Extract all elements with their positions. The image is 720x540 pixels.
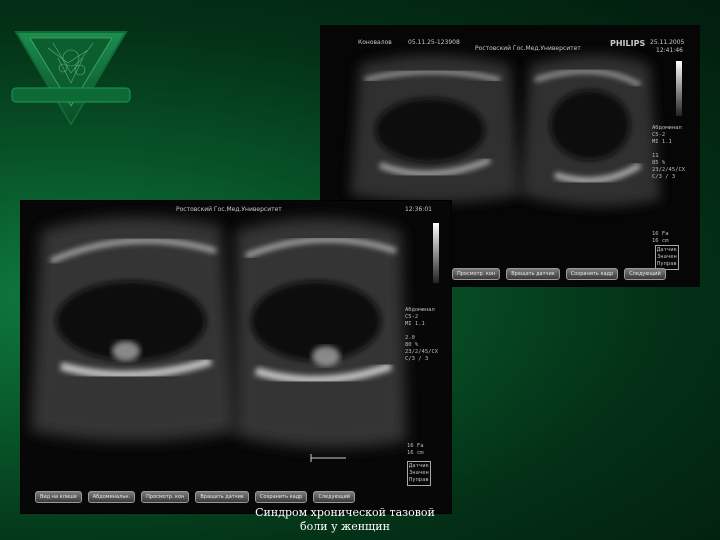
scan-menu: Датчик Значен Пуправ (407, 461, 431, 486)
institution-label: Ростовский Гос.Мед.Университет (176, 206, 282, 213)
save-frame-button[interactable]: Сохранить кадр (254, 491, 308, 503)
save-frame-button[interactable]: Сохранить кадр (565, 268, 619, 280)
next-button[interactable]: Следующий (624, 268, 666, 280)
grayscale-bar (433, 223, 439, 283)
scan-parameters: Абдоминал C5-2 MI 1.1 11 85 % 23/2/45/CX… (652, 125, 686, 180)
study-id: 05.11.25-123908 (408, 39, 460, 46)
scan-button-row: Вид на клише Абдоминальн. Просмотр. кон … (35, 491, 355, 503)
depth-readout: 16 Fa 16 cm (652, 231, 669, 244)
ultrasound-image-bottom (21, 201, 451, 513)
slide-caption: Синдром хронической тазовой боли у женщи… (255, 506, 435, 533)
menu-item[interactable]: Датчик (409, 463, 429, 470)
scan-button-row: Просмотр. кон Вращать датчик Сохранить к… (452, 268, 666, 280)
menu-item[interactable]: Пуправ (409, 477, 429, 484)
brand-label: PHILIPS (610, 39, 646, 48)
institution-label: Ростовский Гос.Мед.Университет (475, 45, 581, 52)
patient-name: Коновалов (358, 39, 392, 46)
menu-item[interactable]: Датчик (657, 247, 677, 254)
next-button[interactable]: Следующий (313, 491, 355, 503)
menu-item[interactable]: Пуправ (657, 261, 677, 268)
review-button[interactable]: Просмотр. кон (452, 268, 501, 280)
grayscale-bar (676, 61, 682, 116)
scan-time: 12:36:01 (405, 206, 432, 213)
review-button[interactable]: Просмотр. кон (141, 491, 190, 503)
menu-item[interactable]: Значен (657, 254, 677, 261)
rotate-probe-button[interactable]: Вращать датчик (506, 268, 560, 280)
scan-menu: Датчик Значен Пуправ (655, 245, 679, 270)
ultrasound-scan-bottom: Ростовский Гос.Мед.Университет 12:36:01 … (20, 200, 452, 514)
clipboard-view-button[interactable]: Вид на клише (35, 491, 82, 503)
scan-parameters: Абдоминал C5-2 MI 1.1 2.0 80 % 23/2/45/C… (405, 307, 439, 362)
triangle-logo-icon (11, 31, 131, 126)
scan-time: 12:41:46 (656, 47, 683, 54)
depth-readout: 16 Fa 16 cm (407, 443, 424, 456)
scan-date: 25.11.2005 (650, 39, 685, 46)
abdominal-button[interactable]: Абдоминальн. (87, 491, 136, 503)
rotate-probe-button[interactable]: Вращать датчик (195, 491, 249, 503)
menu-item[interactable]: Значен (409, 470, 429, 477)
